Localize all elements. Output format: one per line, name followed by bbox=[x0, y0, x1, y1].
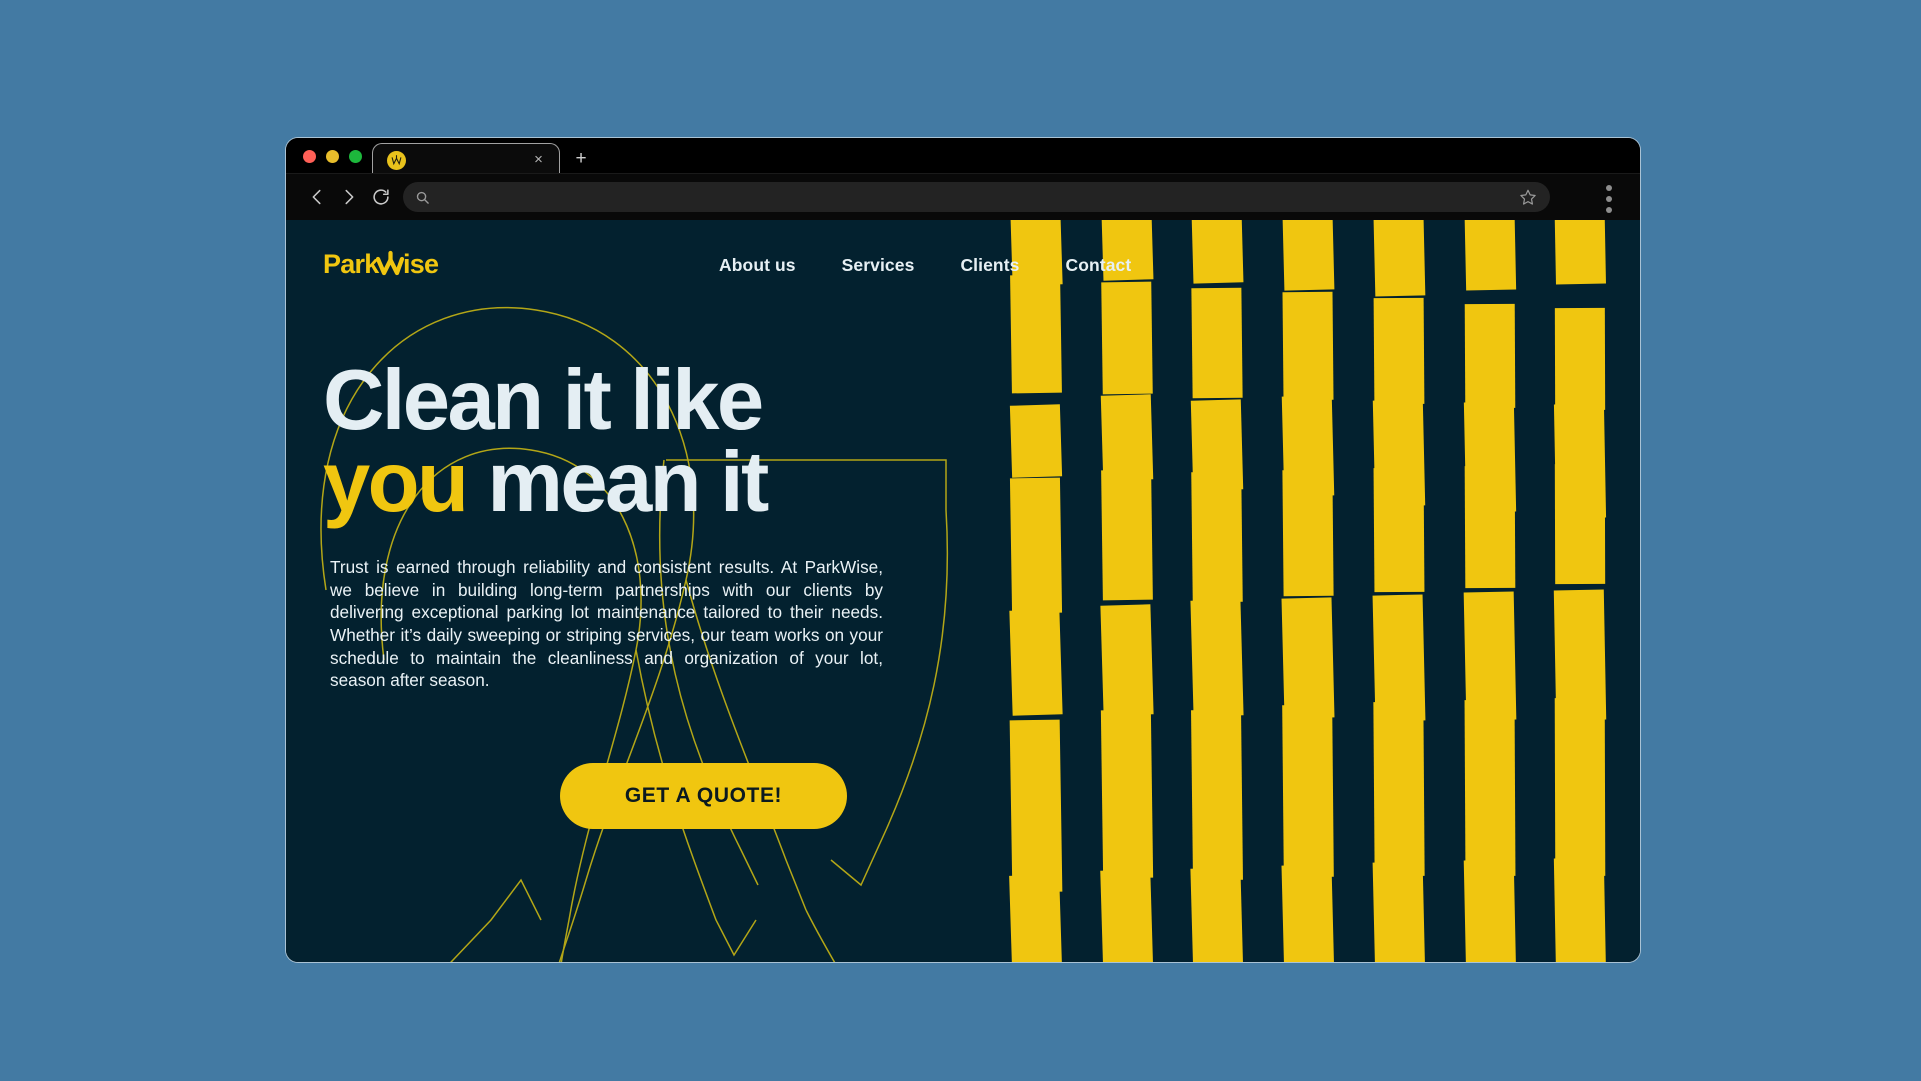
svg-text:ise: ise bbox=[403, 249, 439, 279]
nav-item-about-us[interactable]: About us bbox=[719, 255, 796, 276]
stripe-bar bbox=[1464, 699, 1516, 877]
stripe-bar bbox=[1009, 609, 1063, 716]
stripe-bar bbox=[1373, 701, 1425, 877]
browser-tab-strip: × + bbox=[286, 138, 1640, 177]
stripe-bar bbox=[1554, 857, 1607, 962]
stripe-bar bbox=[1009, 404, 1063, 478]
svg-text:Park: Park bbox=[323, 249, 380, 279]
stripe-bar bbox=[1463, 859, 1516, 962]
parkwise-wordmark-icon: Park ise bbox=[323, 249, 440, 279]
star-icon[interactable] bbox=[1519, 188, 1537, 206]
browser-tab[interactable]: × bbox=[372, 143, 560, 177]
chevron-right-icon[interactable] bbox=[338, 186, 360, 208]
window-traffic-lights bbox=[303, 150, 362, 163]
stripe-bar bbox=[1100, 469, 1153, 601]
address-bar[interactable] bbox=[403, 182, 1550, 212]
window-minimize-button[interactable] bbox=[326, 150, 339, 163]
tab-close-icon[interactable]: × bbox=[530, 151, 547, 168]
reload-icon[interactable] bbox=[370, 186, 392, 208]
site-header: Park ise About us Services Clients Conta… bbox=[286, 220, 1640, 310]
stripe-bar bbox=[1281, 864, 1335, 962]
stripe-bar bbox=[1100, 709, 1153, 879]
stripe-bar bbox=[1555, 307, 1606, 411]
stripe-bar bbox=[1282, 469, 1334, 597]
stripe-bar bbox=[1100, 394, 1153, 481]
stripe-bar bbox=[1099, 869, 1154, 962]
window-close-button[interactable] bbox=[303, 150, 316, 163]
stripe-bar bbox=[1191, 471, 1244, 603]
browser-window: × + Park ise About us Services Clients C… bbox=[286, 138, 1640, 962]
stripe-bar bbox=[1373, 467, 1425, 593]
window-maximize-button[interactable] bbox=[349, 150, 362, 163]
parking-stripes-pattern bbox=[1005, 220, 1640, 962]
stripe-bar bbox=[1100, 604, 1154, 716]
stripe-bar bbox=[1191, 709, 1244, 881]
get-a-quote-button[interactable]: GET A QUOTE! bbox=[560, 763, 847, 830]
stripe-bar bbox=[1555, 463, 1606, 585]
stripe-bar bbox=[1009, 477, 1063, 614]
nav-item-clients[interactable]: Clients bbox=[960, 255, 1019, 276]
hero-section: Clean it like you mean it Trust is earne… bbox=[323, 358, 943, 830]
stripe-bar bbox=[1009, 874, 1063, 962]
stripe-bar bbox=[1009, 719, 1063, 893]
hero-headline: Clean it like you mean it bbox=[323, 358, 943, 525]
stripe-bar bbox=[1464, 465, 1515, 589]
stripe-bar bbox=[1282, 704, 1334, 878]
stripe-bar bbox=[1281, 597, 1335, 719]
hero-headline-line-1: Clean it like bbox=[323, 353, 764, 448]
brand-logo[interactable]: Park ise bbox=[323, 247, 483, 283]
browser-toolbar bbox=[286, 173, 1640, 220]
stripe-bar bbox=[1373, 297, 1425, 405]
new-tab-button[interactable]: + bbox=[571, 149, 591, 168]
parkwise-logo-favicon-icon bbox=[387, 151, 406, 170]
search-icon bbox=[415, 190, 430, 205]
page-viewport: Park ise About us Services Clients Conta… bbox=[286, 220, 1640, 962]
stripe-bar bbox=[1190, 867, 1245, 962]
chevron-left-icon[interactable] bbox=[306, 186, 328, 208]
nav-item-contact[interactable]: Contact bbox=[1065, 255, 1131, 276]
stripe-bar bbox=[1190, 599, 1244, 717]
hero-headline-line-2-rest: mean it bbox=[466, 435, 769, 531]
stripe-bar bbox=[1464, 303, 1515, 409]
nav-item-services[interactable]: Services bbox=[842, 255, 915, 276]
three-dot-menu-icon[interactable] bbox=[1606, 185, 1612, 213]
main-navigation: About us Services Clients Contact bbox=[719, 255, 1131, 276]
hero-headline-accent-word: you bbox=[323, 435, 469, 531]
stripe-bar bbox=[1372, 861, 1426, 962]
hero-paragraph: Trust is earned through reliability and … bbox=[330, 556, 883, 691]
stripe-bar bbox=[1555, 697, 1606, 877]
